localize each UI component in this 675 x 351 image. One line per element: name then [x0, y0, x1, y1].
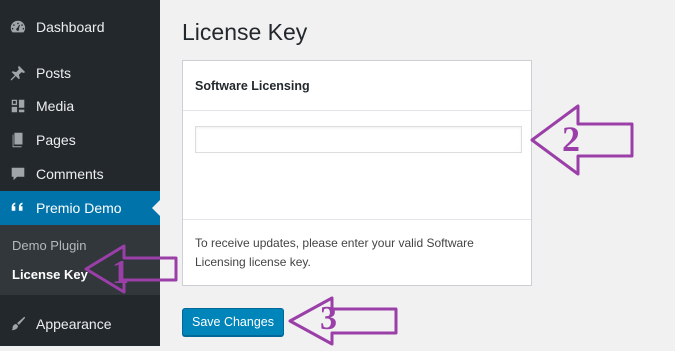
license-box: Software Licensing To receive updates, p…	[182, 60, 532, 286]
brush-icon	[8, 314, 28, 334]
menu-label: Pages	[36, 132, 76, 148]
annotation-label-1: 1	[112, 254, 129, 291]
menu-label: Premio Demo	[36, 200, 122, 216]
submenu-item-license-key[interactable]: License Key	[12, 267, 88, 282]
box-title: Software Licensing	[183, 61, 531, 111]
annotation-arrow-1	[84, 244, 180, 294]
current-indicator	[152, 200, 160, 216]
submenu-item-demo-plugin[interactable]: Demo Plugin	[12, 238, 86, 253]
comment-icon	[8, 164, 28, 184]
save-changes-button[interactable]: Save Changes	[182, 308, 284, 336]
menu-label: Posts	[36, 65, 72, 81]
pin-icon	[8, 63, 28, 83]
menu-label: Appearance	[36, 316, 112, 332]
media-icon	[8, 96, 28, 116]
menu-label: Comments	[36, 166, 104, 182]
dashboard-icon	[8, 17, 28, 37]
annotation-arrow-3	[288, 296, 400, 346]
quote-icon	[8, 198, 28, 218]
annotation-arrow-2	[530, 104, 636, 176]
menu-item-appearance[interactable]: Appearance	[0, 307, 160, 341]
menu-item-media[interactable]: Media	[0, 89, 160, 123]
annotation-label-2: 2	[562, 119, 580, 159]
pages-icon	[8, 130, 28, 150]
menu-label: Media	[36, 98, 75, 114]
menu-item-pages[interactable]: Pages	[0, 123, 160, 157]
menu-item-posts[interactable]: Posts	[0, 56, 160, 90]
annotation-label-3: 3	[320, 300, 337, 337]
page-title: License Key	[182, 19, 308, 45]
admin-sidebar: Dashboard Posts Media Pages Comments Pre…	[0, 0, 160, 346]
menu-item-dashboard[interactable]: Dashboard	[0, 10, 160, 44]
menu-label: Dashboard	[36, 19, 105, 35]
menu-item-premio-demo[interactable]: Premio Demo	[0, 191, 160, 225]
help-text: To receive updates, please enter your va…	[183, 219, 531, 285]
license-key-input[interactable]	[195, 126, 522, 153]
menu-item-comments[interactable]: Comments	[0, 157, 160, 191]
